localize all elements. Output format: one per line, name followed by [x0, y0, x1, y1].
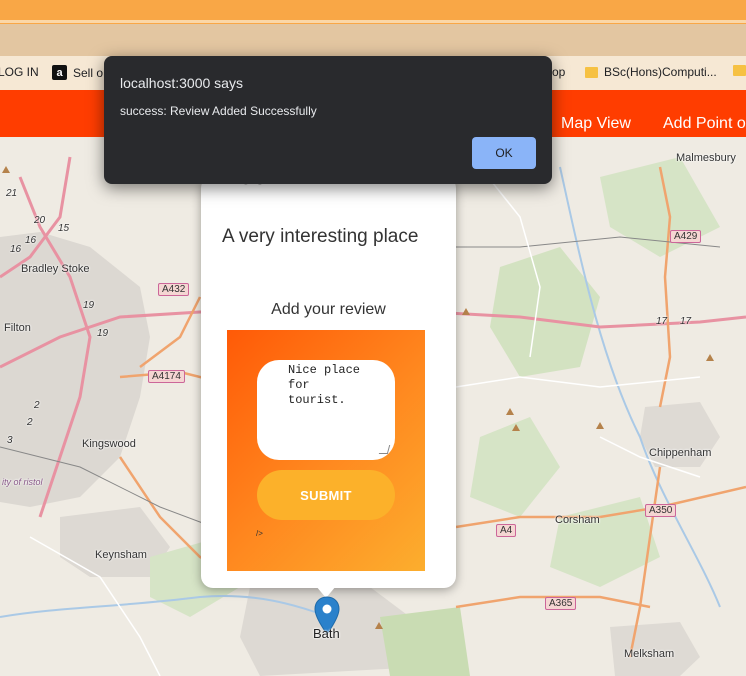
review-textarea[interactable]: Nice place for tourist.	[257, 360, 395, 460]
bookmark-login[interactable]: LOG IN	[0, 65, 39, 79]
motorway-junction: 17	[680, 316, 692, 327]
place-label: ity of ristol	[2, 477, 43, 487]
road-badge: A365	[545, 597, 577, 610]
dialog-title: localhost:3000 says	[120, 75, 243, 91]
place-label: Bradley Stoke	[21, 263, 90, 275]
bookmark-label: LOG IN	[0, 65, 39, 79]
motorway-junction: 17	[656, 316, 668, 327]
browser-tab-strip	[0, 20, 746, 23]
place-popup: Bath A very interesting place Add your r…	[201, 176, 456, 588]
motorway-junction: 16	[10, 244, 22, 255]
road-badge: A4174	[148, 370, 185, 383]
bookmark-folder-more[interactable]	[733, 65, 746, 76]
review-label: Add your review	[271, 301, 386, 318]
motorway-junction: 19	[83, 300, 95, 311]
motorway-junction: 20	[34, 215, 46, 226]
review-form: Nice place for tourist. SUBMIT />	[227, 330, 425, 571]
dialog-message: success: Review Added Successfully	[120, 104, 317, 118]
road-badge: A432	[158, 283, 190, 296]
motorway-junction: 21	[6, 188, 18, 199]
place-label: Kingswood	[82, 438, 136, 450]
browser-address-area	[0, 24, 746, 56]
ok-button[interactable]: OK	[472, 137, 536, 169]
motorway-junction: 3	[7, 435, 13, 446]
place-label: Filton	[4, 322, 31, 334]
motorway-junction: 19	[97, 328, 109, 339]
place-label: Corsham	[555, 514, 600, 526]
motorway-junction: 2	[27, 417, 33, 428]
bookmark-label: BSc(Hons)Computi...	[604, 65, 717, 79]
review-text: Nice place for tourist.	[288, 363, 361, 407]
place-label: Melksham	[624, 648, 675, 660]
bookmark-folder-bsc[interactable]: BSc(Hons)Computi...	[585, 65, 717, 79]
bookmark-label: op	[552, 65, 566, 79]
bookmark-amazon[interactable]: a Sell o	[52, 65, 103, 80]
road-badge: A429	[670, 230, 702, 243]
amazon-icon: a	[52, 65, 67, 80]
nav-add-point[interactable]: Add Point o	[663, 115, 746, 133]
place-label: Chippenham	[649, 447, 712, 459]
motorway-junction: 16	[25, 235, 37, 246]
place-label: Malmesbury	[676, 152, 736, 164]
motorway-junction: 2	[34, 400, 40, 411]
road-badge: A4	[496, 524, 517, 537]
popup-content: Bath A very interesting place Add your r…	[201, 176, 456, 588]
motorway-junction: 15	[58, 223, 70, 234]
alert-dialog: localhost:3000 says success: Review Adde…	[104, 56, 552, 184]
folder-icon	[585, 66, 598, 78]
bookmark-label: Sell o	[73, 65, 104, 80]
road-badge: A350	[645, 504, 677, 517]
place-label-bath: Bath	[313, 626, 340, 641]
folder-icon	[733, 65, 746, 76]
resize-handle-icon[interactable]	[378, 445, 391, 454]
submit-button[interactable]: SUBMIT	[257, 470, 395, 520]
stray-markup-text: />	[256, 529, 263, 538]
place-label: Keynsham	[95, 549, 147, 561]
place-description: A very interesting place	[222, 226, 419, 247]
bookmark-folder-op[interactable]: op	[552, 65, 565, 79]
nav-map-view[interactable]: Map View	[561, 115, 631, 133]
